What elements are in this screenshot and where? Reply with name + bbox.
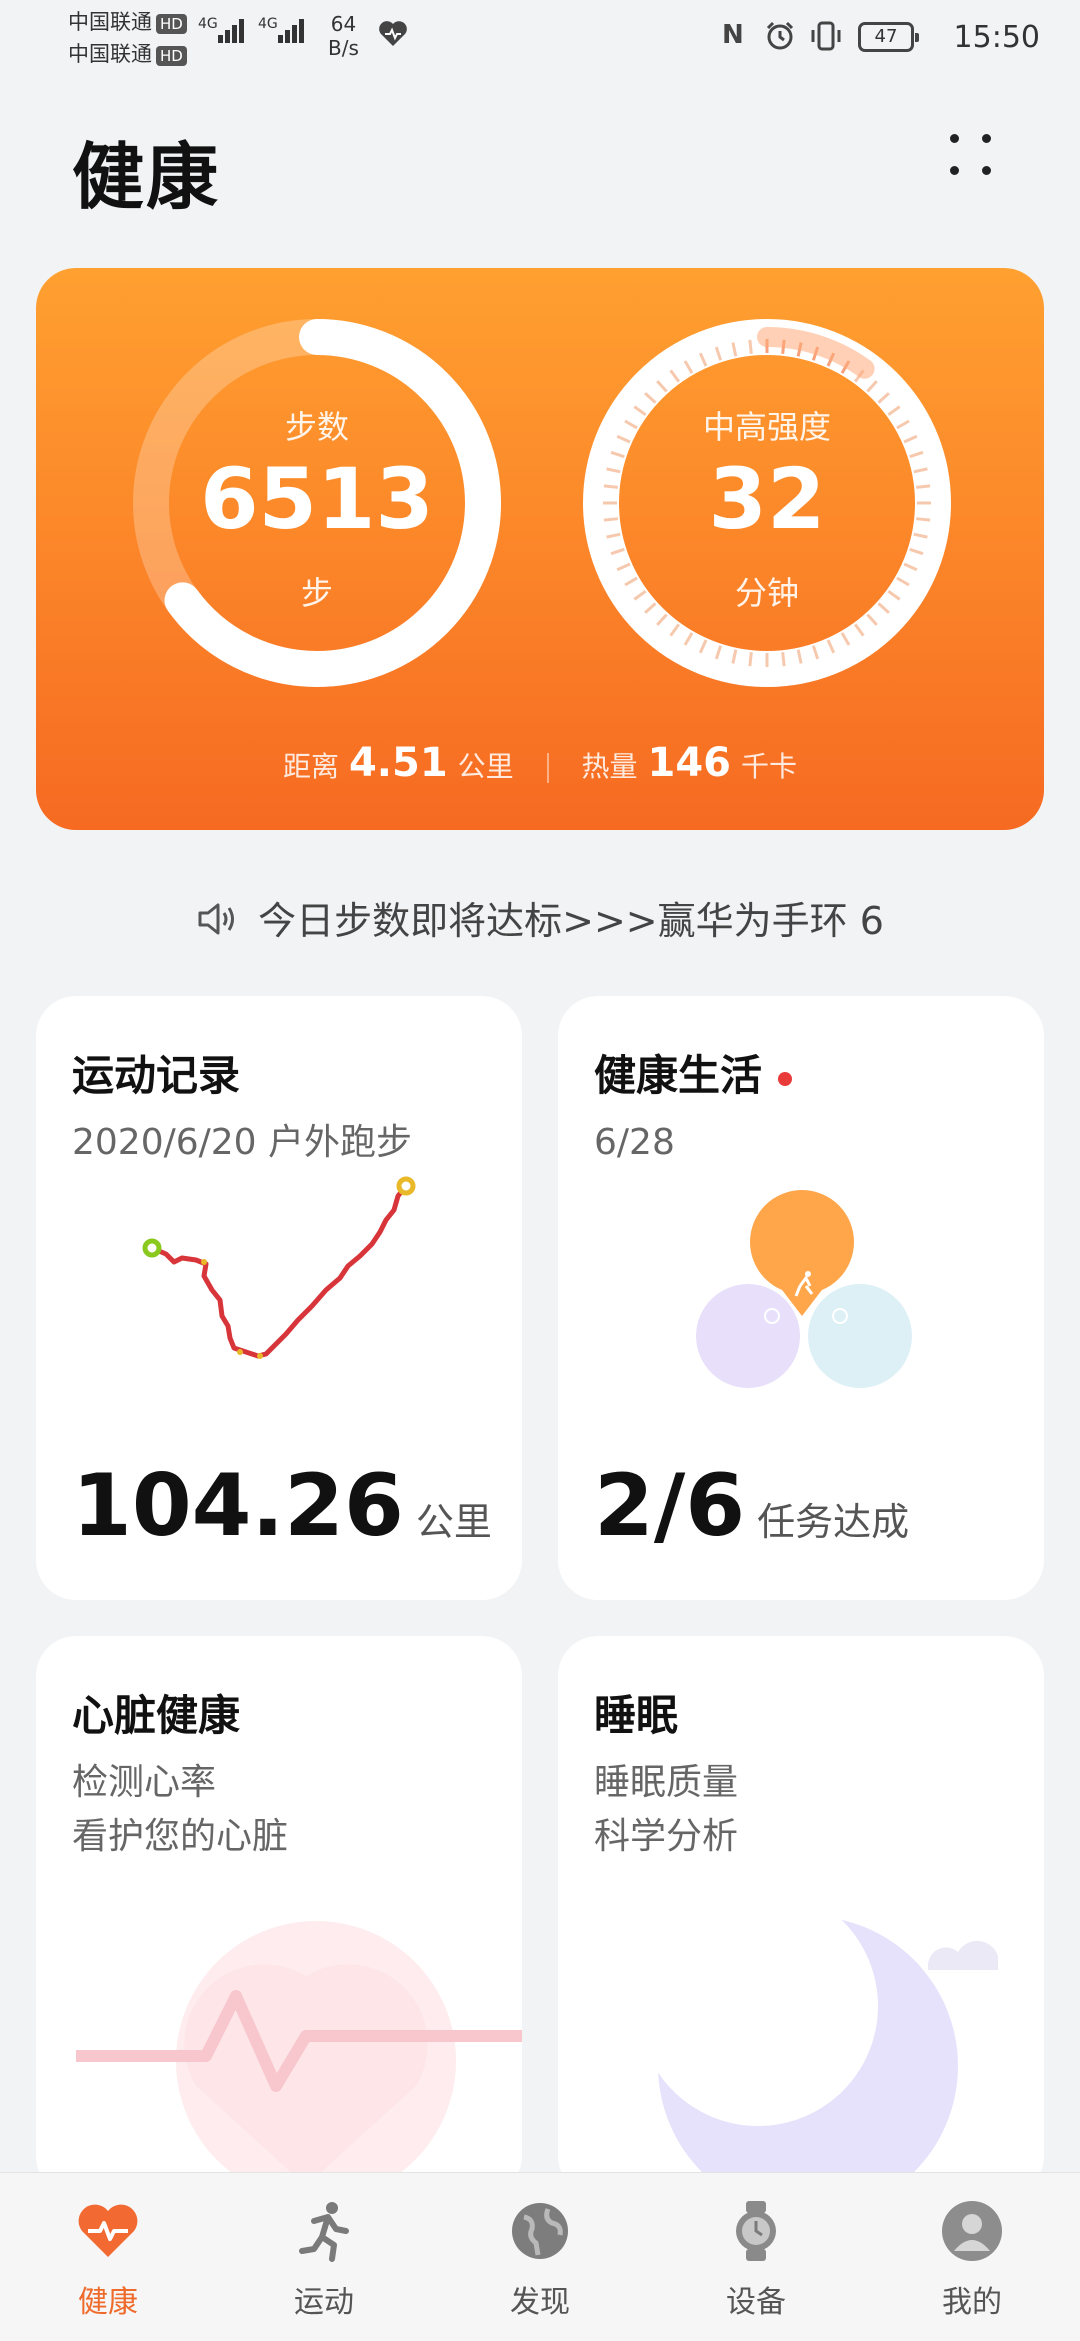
clover-progress-icon [696, 1190, 912, 1388]
intensity-label: 中高强度 [702, 408, 831, 446]
nfc-icon: N [722, 20, 744, 50]
distance-unit: 公里 [457, 750, 514, 783]
divider [546, 753, 549, 783]
status-bar: 中国联通 HD 中国联通 HD 4G 4G 64 B/s N 47 15:50 [0, 0, 1080, 80]
alarm-icon [764, 20, 796, 59]
promo-text: 今日步数即将达标>>>赢华为手环 6 [258, 899, 884, 943]
intensity-ring[interactable]: 中高强度 32 分钟 [582, 318, 952, 688]
nav-label-me: 我的 [942, 2285, 1002, 2320]
user-icon [940, 2199, 1004, 2263]
exercise-record-subtitle: 2020/6/20 户外跑步 [72, 1122, 413, 1163]
steps-unit: 步 [300, 574, 333, 612]
promo-marquee[interactable]: 今日步数即将达标>>>赢华为手环 6 [0, 890, 1080, 948]
sleep-line2: 科学分析 [594, 1816, 739, 1857]
heart-health-card[interactable]: 心脏健康 检测心率 看护您的心脏 [36, 1636, 522, 2196]
network-type-2: 4G [258, 16, 278, 32]
intensity-tick [748, 652, 753, 667]
healthy-life-total: 2/6 任务达成 [594, 1456, 909, 1556]
intensity-tick [748, 339, 753, 354]
activity-summary-card[interactable]: 步数 6513 步 中高强度 32 分钟 距离 4.51 公里 热量 146 千卡 [36, 268, 1044, 830]
nav-item-me[interactable]: 我的 [902, 2199, 1042, 2321]
vibrate-icon [808, 20, 844, 59]
nav-label-health: 健康 [78, 2285, 138, 2320]
hd-badge-2: HD [156, 46, 187, 66]
battery-icon: 47 [858, 22, 919, 52]
heart-health-title: 心脏健康 [72, 1691, 241, 1740]
heart-illustration-icon [76, 1921, 522, 2196]
intensity-value: 32 [708, 450, 826, 548]
heart-health-desc: 检测心率 看护您的心脏 [72, 1756, 288, 1864]
health-heart-icon [378, 20, 408, 55]
nav-item-devices[interactable]: 设备 [686, 2199, 826, 2321]
heart-health-line2: 看护您的心脏 [72, 1816, 289, 1857]
heart-health-line1: 检测心率 [72, 1762, 217, 1803]
exercise-distance-value: 104.26 [72, 1456, 404, 1556]
tasks-done-unit: 任务达成 [757, 1500, 910, 1544]
nav-item-discover[interactable]: 发现 [470, 2199, 610, 2321]
nav-label-exercise: 运动 [294, 2285, 354, 2320]
sleep-title: 睡眠 [594, 1691, 679, 1740]
network-speed: 64 B/s [328, 12, 359, 60]
watch-icon [724, 2199, 788, 2263]
healthy-life-title: 健康生活 [594, 1051, 763, 1100]
signal-icon-1 [218, 18, 246, 43]
bottom-nav: 健康 运动 发现 设备 我的 [0, 2172, 1080, 2341]
nav-item-health[interactable]: 健康 [38, 2199, 178, 2321]
exercise-total: 104.26 公里 [72, 1456, 492, 1556]
steps-value: 6513 [200, 450, 434, 548]
exercise-distance-unit: 公里 [415, 1500, 492, 1544]
carrier-name-1: 中国联通 [68, 10, 152, 34]
calories-value: 146 [647, 740, 732, 786]
hd-badge-1: HD [156, 14, 187, 34]
distance-value: 4.51 [348, 740, 448, 786]
calories-label: 热量 [581, 750, 638, 783]
sleep-line1: 睡眠质量 [594, 1762, 739, 1803]
healthy-life-title-row: 健康生活 [594, 1042, 793, 1103]
nav-label-discover: 发现 [510, 2285, 570, 2320]
new-badge-dot [778, 1071, 793, 1086]
intensity-unit: 分钟 [734, 574, 799, 612]
globe-icon [508, 2199, 572, 2263]
tasks-done-value: 2/6 [594, 1456, 746, 1556]
nav-item-exercise[interactable]: 运动 [254, 2199, 394, 2321]
sleep-card[interactable]: 睡眠 睡眠质量 科学分析 [558, 1636, 1044, 2196]
heart-pulse-icon [76, 2199, 140, 2263]
steps-ring[interactable]: 步数 6513 步 [132, 318, 502, 688]
exercise-record-title: 运动记录 [72, 1051, 241, 1100]
intensity-tick [781, 652, 786, 667]
healthy-life-date: 6/28 [594, 1122, 675, 1163]
clock: 15:50 [953, 20, 1040, 55]
exercise-record-card[interactable]: 运动记录 2020/6/20 户外跑步 104.26 公里 [36, 996, 522, 1600]
healthy-life-card[interactable]: 健康生活 6/28 2/6 任务达成 [558, 996, 1044, 1600]
signal-icon-2 [278, 18, 306, 43]
speaker-icon [196, 899, 240, 948]
steps-label: 步数 [284, 408, 349, 446]
page-title: 健康 [72, 135, 221, 219]
sleep-desc: 睡眠质量 科学分析 [594, 1756, 738, 1864]
route-map-icon [142, 1176, 416, 1359]
distance-label: 距离 [282, 750, 339, 783]
network-type-1: 4G [198, 16, 218, 32]
more-menu-button[interactable] [940, 124, 1000, 184]
runner-icon [292, 2199, 356, 2263]
calories-unit: 千卡 [741, 750, 798, 783]
hero-footer: 距离 4.51 公里 热量 146 千卡 [36, 740, 1044, 786]
moon-illustration-icon [658, 1896, 998, 2196]
nav-label-devices: 设备 [726, 2285, 786, 2320]
carrier-name-2: 中国联通 [68, 42, 152, 66]
